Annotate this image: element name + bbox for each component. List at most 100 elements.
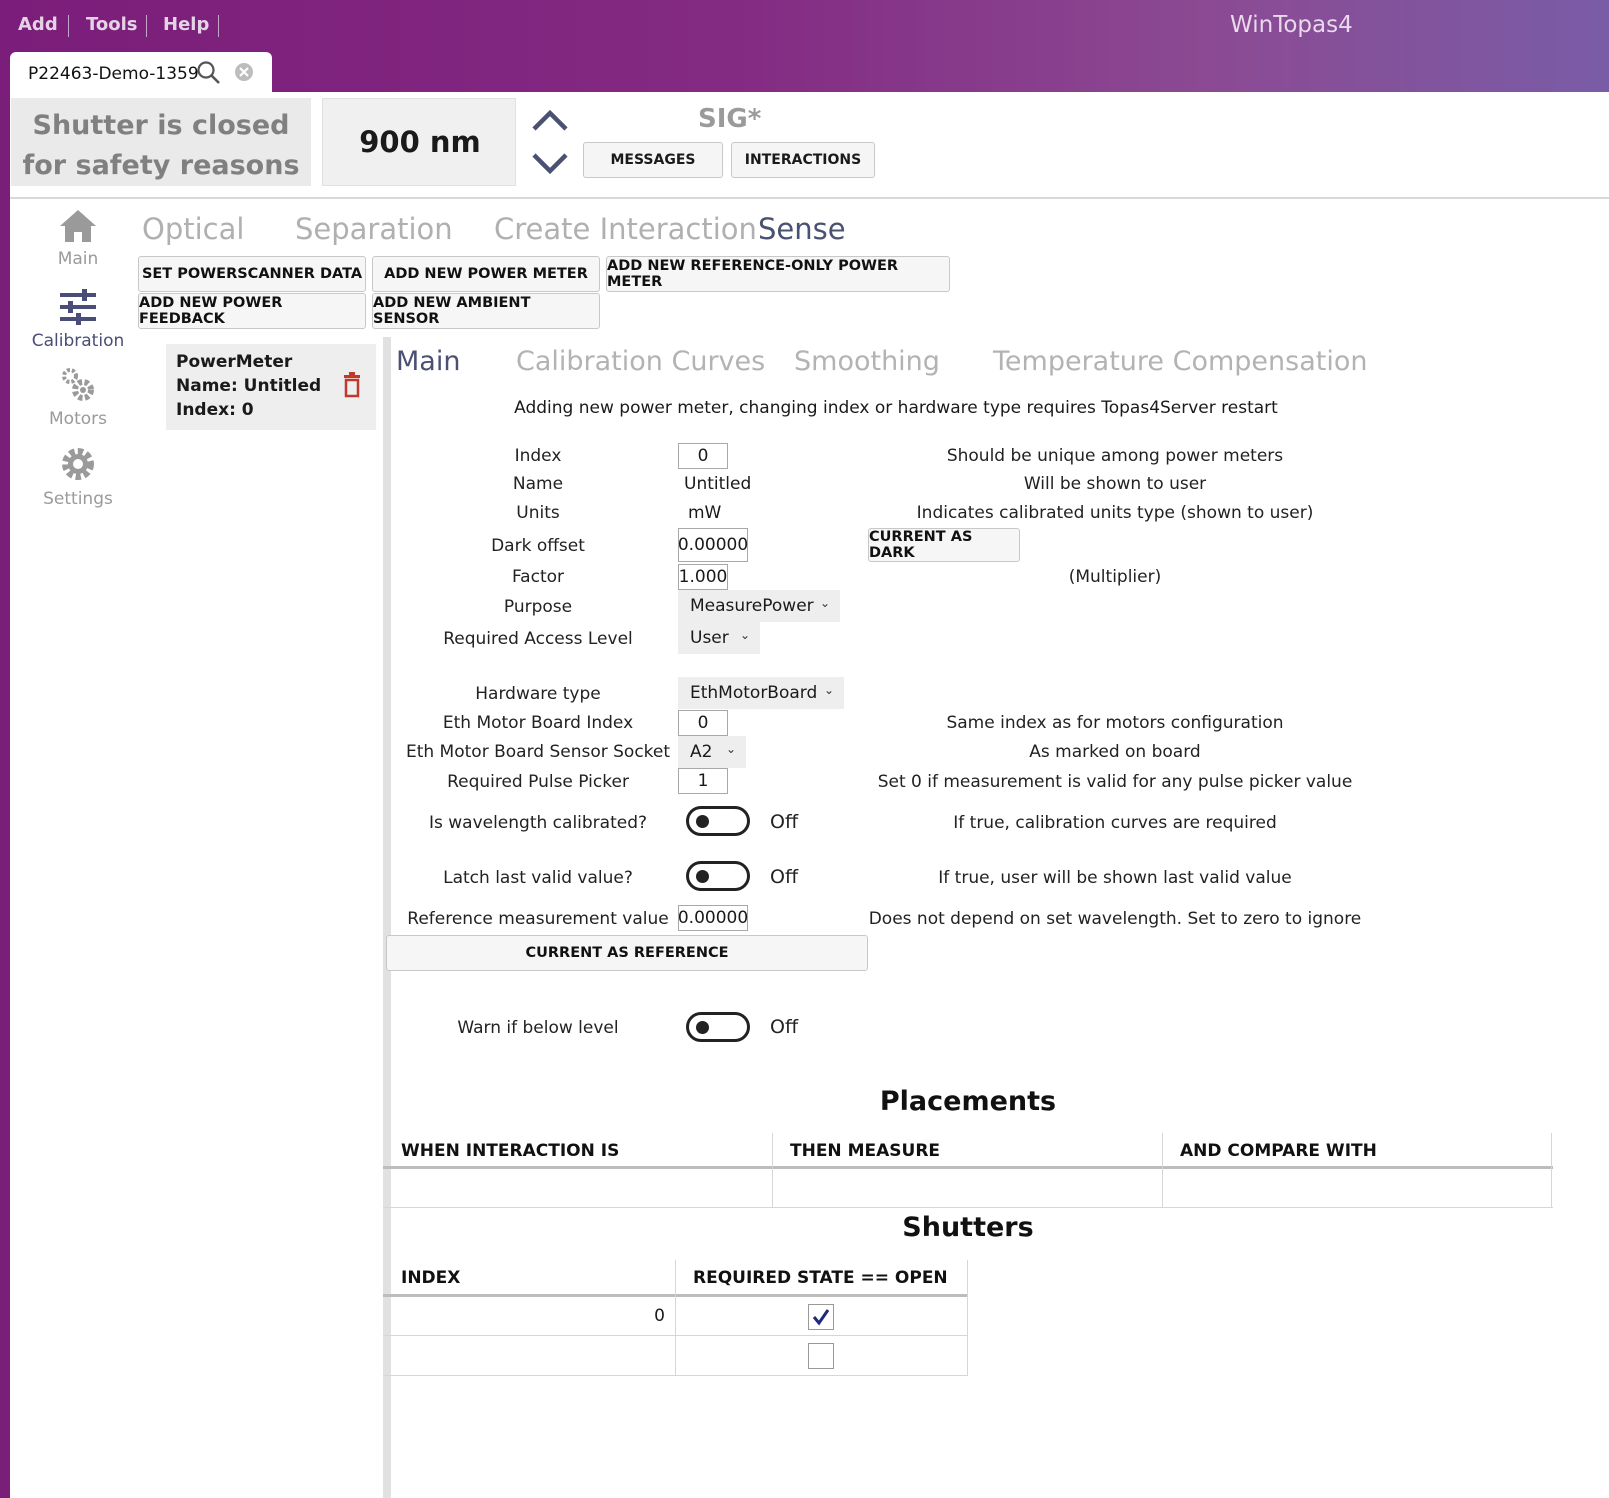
add-power-feedback-button[interactable]: ADD NEW POWER FEEDBACK	[138, 293, 366, 329]
table-row[interactable]	[383, 1336, 675, 1375]
required-open-checkbox[interactable]	[808, 1343, 834, 1369]
subtab-calibration-curves[interactable]: Calibration Curves	[516, 346, 765, 377]
purpose-label: Purpose	[503, 597, 573, 617]
gears-icon	[18, 364, 138, 409]
add-ambient-sensor-button[interactable]: ADD NEW AMBIENT SENSOR	[372, 293, 600, 329]
interactions-button[interactable]: INTERACTIONS	[731, 142, 875, 178]
factor-note: (Multiplier)	[1068, 567, 1162, 587]
close-tab-icon[interactable]	[234, 62, 254, 86]
tab-sense[interactable]: Sense	[758, 212, 846, 246]
latch-toggle[interactable]	[686, 861, 750, 891]
device-card[interactable]: PowerMeter Name: Untitled Index: 0	[166, 344, 376, 430]
required-open-checkbox[interactable]	[808, 1304, 834, 1330]
messages-button[interactable]: MESSAGES	[583, 142, 723, 178]
board-index-note: Same index as for motors configuration	[946, 713, 1284, 733]
tab-optical[interactable]: Optical	[142, 212, 244, 246]
add-reference-meter-button[interactable]: ADD NEW REFERENCE-ONLY POWER METER	[606, 256, 950, 292]
title-bar: Add Tools Help WinTopas4 P22463-Demo-135…	[0, 0, 1609, 94]
index-input[interactable]: 0	[678, 443, 728, 469]
sensor-socket-value: A2	[690, 742, 713, 762]
wavelength-calibrated-toggle[interactable]	[686, 806, 750, 836]
delete-icon[interactable]	[342, 372, 362, 402]
wavelength-display[interactable]: 900 nm	[322, 98, 516, 186]
sliders-icon	[18, 288, 138, 331]
main-area: Shutter is closed for safety reasons 900…	[10, 92, 1609, 1498]
column-header[interactable]: THEN MEASURE	[790, 1141, 940, 1161]
name-label: Name	[512, 474, 564, 494]
nav-label: Motors	[49, 409, 107, 429]
shutter-status-line2: for safety reasons	[22, 150, 300, 181]
nav-item-motors[interactable]: Motors	[18, 364, 138, 429]
nav-label: Settings	[43, 489, 113, 509]
set-powerscanner-button[interactable]: SET POWERSCANNER DATA	[138, 256, 366, 292]
sensor-socket-note: As marked on board	[1029, 742, 1201, 762]
device-index: Index: 0	[176, 400, 254, 420]
hardware-type-select[interactable]: EthMotorBoard ⌄	[678, 677, 844, 709]
chevron-down-icon: ⌄	[725, 742, 736, 756]
nav-label: Main	[57, 249, 99, 269]
reference-label: Reference measurement value	[407, 909, 669, 929]
nav-item-settings[interactable]: Settings	[18, 444, 138, 509]
warn-below-label: Warn if below level	[457, 1018, 619, 1038]
reference-input[interactable]: 0.00000	[678, 905, 748, 931]
column-header[interactable]: WHEN INTERACTION IS	[401, 1141, 619, 1161]
nav-item-main[interactable]: Main	[18, 208, 138, 269]
table-row[interactable]: 0	[383, 1297, 675, 1335]
subtab-smoothing[interactable]: Smoothing	[794, 346, 940, 377]
divider	[10, 197, 1609, 199]
access-level-value: User	[690, 628, 729, 648]
warn-below-toggle[interactable]	[686, 1012, 750, 1042]
units-note: Indicates calibrated units type (shown t…	[916, 503, 1314, 523]
menu-add[interactable]: Add	[18, 14, 58, 35]
purpose-select[interactable]: MeasurePower ⌄	[678, 590, 840, 622]
access-level-label: Required Access Level	[443, 629, 633, 649]
current-as-reference-button[interactable]: CURRENT AS REFERENCE	[386, 935, 868, 971]
column-header[interactable]: AND COMPARE WITH	[1180, 1141, 1377, 1161]
purpose-value: MeasurePower	[690, 596, 814, 616]
app-title: WinTopas4	[1230, 12, 1353, 38]
device-type: PowerMeter	[176, 352, 293, 372]
name-input[interactable]: Untitled	[684, 474, 751, 494]
add-power-meter-button[interactable]: ADD NEW POWER METER	[372, 256, 600, 292]
menu-separator	[68, 15, 69, 37]
placements-title: Placements	[879, 1086, 1057, 1117]
column-header[interactable]: REQUIRED STATE == OPEN	[693, 1268, 948, 1288]
checkmark-icon	[812, 1309, 830, 1326]
sensor-socket-select[interactable]: A2 ⌄	[678, 736, 746, 768]
subtab-main[interactable]: Main	[396, 346, 460, 377]
column-header[interactable]: INDEX	[401, 1268, 460, 1288]
pulse-picker-input[interactable]: 1	[678, 768, 728, 794]
wavelength-calibrated-state: Off	[770, 811, 799, 833]
chevron-down-icon: ⌄	[739, 628, 750, 642]
subtab-temperature-compensation[interactable]: Temperature Compensation	[993, 346, 1367, 377]
hardware-type-label: Hardware type	[475, 684, 601, 704]
index-note: Should be unique among power meters	[946, 446, 1284, 466]
dark-offset-label: Dark offset	[491, 536, 585, 556]
reference-note: Does not depend on set wavelength. Set t…	[868, 909, 1362, 929]
home-icon	[18, 208, 138, 249]
tab-create-interaction[interactable]: Create Interaction	[494, 212, 757, 246]
shutter-status: Shutter is closed for safety reasons	[11, 98, 311, 186]
shutter-status-line1: Shutter is closed	[32, 110, 290, 141]
board-index-input[interactable]: 0	[678, 710, 728, 736]
index-label: Index	[514, 446, 562, 466]
menu-tools[interactable]: Tools	[86, 14, 138, 35]
search-icon[interactable]	[196, 60, 222, 90]
units-input[interactable]: mW	[688, 503, 721, 523]
document-tab[interactable]: P22463-Demo-1359	[10, 52, 272, 94]
wavelength-up-icon[interactable]	[528, 100, 572, 140]
current-as-dark-button[interactable]: CURRENT AS DARK	[868, 528, 1020, 562]
factor-input[interactable]: 1.000	[678, 564, 728, 590]
tab-separation[interactable]: Separation	[295, 212, 453, 246]
sensor-socket-label: Eth Motor Board Sensor Socket	[405, 742, 671, 762]
chevron-down-icon: ⌄	[819, 596, 830, 610]
name-note: Will be shown to user	[1023, 474, 1207, 494]
menu-help[interactable]: Help	[163, 14, 209, 35]
wavelength-down-icon[interactable]	[528, 144, 572, 184]
device-name: Name: Untitled	[176, 376, 322, 396]
wavelength-calibrated-note: If true, calibration curves are required	[953, 813, 1277, 833]
dark-offset-input[interactable]: 0.00000	[678, 528, 748, 562]
tab-label: P22463-Demo-1359	[28, 64, 199, 84]
nav-item-calibration[interactable]: Calibration	[18, 288, 138, 351]
access-level-select[interactable]: User ⌄	[678, 622, 760, 654]
